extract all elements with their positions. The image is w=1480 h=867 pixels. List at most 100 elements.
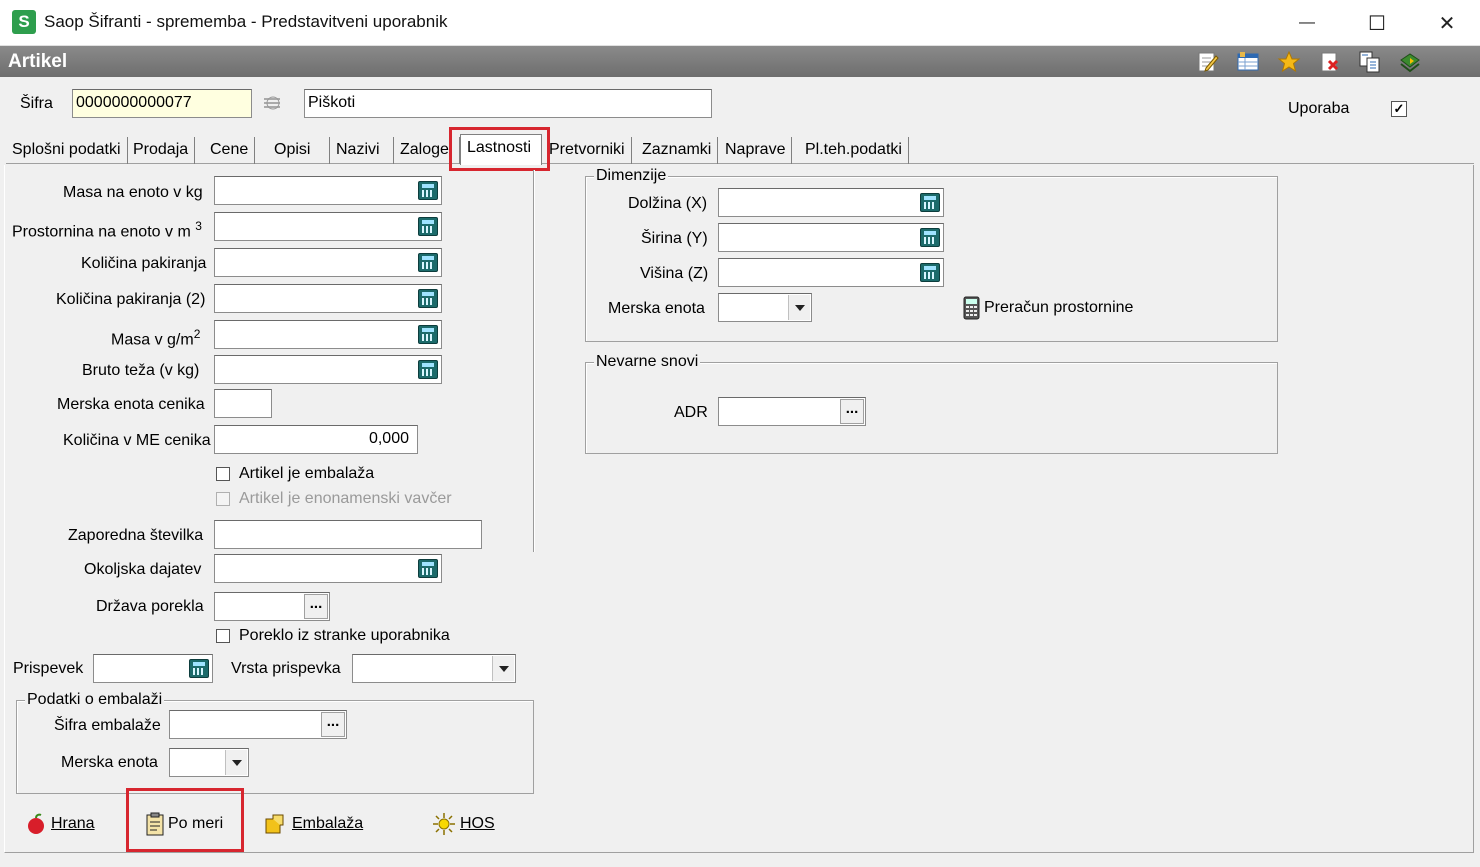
visina-label: Višina (Z) [640,265,709,282]
masa-gm2-input[interactable] [214,320,442,349]
form-title: Artikel [8,51,68,72]
merska-enota-embalaze-select[interactable] [169,748,249,777]
masa-input[interactable] [214,176,442,205]
app-icon: S [12,10,36,34]
kolicina-pakiranja-input[interactable] [214,248,442,277]
copy-icon[interactable] [1358,50,1382,74]
prispevek-label: Prispevek [13,660,84,677]
sun-icon [433,813,455,835]
column-divider [533,170,535,552]
kolicina-pakiranja-2-input[interactable] [214,284,442,313]
bruto-teza-input[interactable] [214,355,442,384]
name-input[interactable]: Piškoti [304,89,712,118]
tab-zaznamki[interactable]: Zaznamki [636,137,719,164]
sirina-label: Širina (Y) [641,230,708,247]
preracun-prostornine-button[interactable]: Preračun prostornine [963,296,1133,320]
maximize-button[interactable]: ☐ [1342,0,1412,46]
preracun-prostornine-label: Preračun prostornine [984,299,1134,316]
drzava-porekla-input[interactable]: ... [214,592,330,621]
adr-input[interactable]: ... [718,397,866,426]
visina-input[interactable] [718,258,944,287]
tab-cene[interactable]: Cene [204,137,256,164]
masa-label: Masa na enoto v kg [63,184,203,201]
close-icon: ✕ [1438,12,1456,35]
star-icon[interactable] [1277,50,1301,74]
zaporedna-stevilka-input[interactable] [214,520,482,549]
close-button[interactable]: ✕ [1412,0,1480,46]
maximize-icon: ☐ [1368,12,1386,35]
merska-enota-embalaze-label: Merska enota [61,754,158,771]
sifra-embalaze-input[interactable]: ... [169,710,347,739]
vrsta-prispevka-select[interactable] [352,654,516,683]
tab-prodaja[interactable]: Prodaja [127,137,196,164]
lookup-icon[interactable] [262,93,284,113]
uporaba-checkbox[interactable]: ✓ [1391,101,1407,117]
minimize-icon: — [1299,14,1315,31]
chevron-down-icon[interactable] [225,750,247,775]
embalaza-label: Embalaža [292,815,364,832]
embalaza-checkbox-label: Artikel je embalaža [239,465,375,482]
table-icon[interactable] [1236,50,1260,74]
calculator-icon [963,296,980,320]
chevron-down-icon[interactable] [492,656,514,681]
vavcer-checkbox [216,492,230,506]
calculator-icon[interactable] [418,360,438,379]
dolzina-label: Dolžina (X) [628,195,708,212]
tab-splosni-podatki[interactable]: Splošni podatki [6,137,128,164]
prostornina-input[interactable] [214,212,442,241]
okoljska-dajatev-input[interactable] [214,554,442,583]
calculator-icon[interactable] [418,559,438,578]
browse-button[interactable]: ... [840,399,864,424]
tab-nazivi[interactable]: Nazivi [330,137,394,164]
minimize-button[interactable]: — [1272,0,1342,46]
tab-naprave[interactable]: Naprave [719,137,793,164]
embalaza-button[interactable]: Embalaža [264,812,363,836]
hos-button[interactable]: HOS [432,812,495,836]
form-header: Artikel [0,46,1480,77]
calculator-icon[interactable] [418,289,438,308]
sifra-input[interactable]: 0000000000077 [72,89,252,118]
dolzina-input[interactable] [718,188,944,217]
zaporedna-stevilka-label: Zaporedna številka [68,527,204,544]
vrsta-prispevka-label: Vrsta prispevka [231,660,341,677]
edit-icon[interactable] [1196,50,1220,74]
calculator-icon[interactable] [920,193,940,212]
prostornina-label: Prostornina na enoto v m 3 [12,219,202,241]
browse-button[interactable]: ... [321,712,345,737]
uporaba-label: Uporaba [1288,100,1350,117]
calculator-icon[interactable] [418,181,438,200]
nevarne-snovi-title: Nevarne snovi [594,353,701,371]
poreklo-checkbox[interactable] [216,629,230,643]
prispevek-input[interactable] [93,654,213,683]
tab-pretvorniki[interactable]: Pretvorniki [543,137,632,164]
delete-icon[interactable] [1318,50,1342,74]
masa-gm2-label: Masa v g/m2 [111,327,201,349]
hrana-button[interactable]: Hrana [25,812,95,836]
vavcer-checkbox-label: Artikel je enonamenski vavčer [239,490,452,507]
calculator-icon[interactable] [189,659,209,678]
tab-pl-teh-podatki[interactable]: Pl.teh.podatki [799,137,909,164]
embalaza-checkbox[interactable] [216,467,230,481]
merska-enota-select[interactable] [718,293,812,322]
package-icon [265,814,284,834]
browse-button[interactable]: ... [304,594,328,619]
hrana-label: Hrana [51,815,95,832]
calculator-icon[interactable] [418,217,438,236]
chevron-down-icon[interactable] [788,295,810,320]
kolicina-me-cenika-input[interactable]: 0,000 [214,425,418,454]
merska-enota-cenika-input[interactable] [214,389,272,418]
calculator-icon[interactable] [418,325,438,344]
adr-label: ADR [674,404,708,421]
tab-opisi[interactable]: Opisi [268,137,330,164]
exit-icon[interactable] [1398,50,1422,74]
kolicina-me-cenika-label: Količina v ME cenika [63,432,211,449]
kolicina-pakiranja-label: Količina pakiranja [81,255,207,272]
sifra-label: Šifra [20,95,53,112]
sirina-input[interactable] [718,223,944,252]
calculator-icon[interactable] [418,253,438,272]
window-titlebar: S Saop Šifranti - sprememba - Predstavit… [0,0,1480,46]
window-title: Saop Šifranti - sprememba - Predstavitve… [44,12,448,31]
calculator-icon[interactable] [920,228,940,247]
calculator-icon[interactable] [920,263,940,282]
poreklo-checkbox-label: Poreklo iz stranke uporabnika [239,627,450,644]
